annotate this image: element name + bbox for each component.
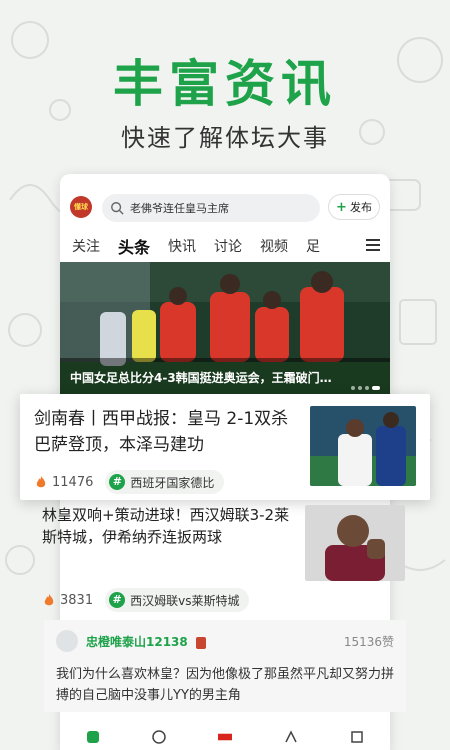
pager-dot-active	[372, 386, 380, 390]
video-nav-icon[interactable]	[152, 730, 166, 744]
featured-tag-label: 西班牙国家德比	[130, 475, 215, 490]
china-flag-nav-icon[interactable]	[218, 730, 232, 744]
plus-icon: +	[336, 199, 347, 215]
comment-text: 我们为什么喜欢林皇？因为他像极了那虽然平凡却又努力拼搏的自己脑中没事儿YY的男主…	[56, 667, 395, 703]
banner-pager	[351, 386, 380, 390]
commenter-name[interactable]: 忠橙唯泰山12138	[86, 633, 206, 650]
home-nav-icon[interactable]	[86, 730, 100, 744]
tab-news-flash[interactable]: 快讯	[168, 236, 196, 256]
hero-title: 丰富资讯	[113, 55, 337, 113]
post-button[interactable]: + 发布	[328, 194, 380, 220]
tab-discussion[interactable]: 讨论	[214, 236, 242, 256]
pager-dot	[365, 386, 369, 390]
menu-icon[interactable]	[366, 238, 380, 252]
featured-topic-tag[interactable]: # 西班牙国家德比	[105, 470, 225, 494]
article-hot-count: 3831	[42, 593, 93, 608]
article-title: 林皇双响+策动进球！西汉姆联3-2莱斯特城，伊希纳乔连扳两球	[42, 506, 290, 546]
tab-football[interactable]: 足	[306, 236, 320, 256]
featured-article-title: 剑南春丨西甲战报：皇马 2-1双杀巴萨登顶，本泽马建功	[34, 409, 289, 455]
team-badge-icon	[195, 636, 206, 649]
article-topic-tag[interactable]: # 西汉姆联vs莱斯特城	[105, 588, 250, 612]
hot-comment[interactable]: 忠橙唯泰山12138 15136赞 我们为什么喜欢林皇？因为他像极了那虽然平凡却…	[44, 620, 406, 712]
flame-icon	[36, 476, 46, 488]
hero-subtitle: 快速了解体坛大事	[121, 124, 329, 152]
search-icon	[111, 202, 124, 215]
user-avatar[interactable]: 懂球	[70, 196, 92, 218]
featured-count-value: 11476	[52, 474, 94, 490]
post-button-label: 发布	[349, 201, 372, 214]
pager-dot	[351, 386, 355, 390]
top-bar: 懂球 老佛爷连任皇马主席 + 发布	[70, 194, 380, 222]
commenter-avatar	[56, 630, 78, 652]
featured-hot-count: 11476	[34, 475, 93, 490]
headline-banner[interactable]: 中国女足总比分4-3韩国挺进奥运会，王霜破门…	[60, 262, 390, 394]
hashtag-icon: #	[109, 592, 126, 608]
article-tag-label: 西汉姆联vs莱斯特城	[130, 593, 240, 608]
featured-article-thumbnail	[310, 406, 416, 486]
tab-follow[interactable]: 关注	[72, 236, 100, 256]
category-tabs: 关注 头条 快讯 讨论 视频 足	[72, 234, 380, 258]
featured-article-card[interactable]: 剑南春丨西甲战报：皇马 2-1双杀巴萨登顶，本泽马建功 11476 # 西班牙国…	[20, 394, 430, 500]
bottom-nav	[60, 730, 390, 750]
commenter-name-text: 忠橙唯泰山12138	[86, 635, 188, 649]
flame-icon	[44, 594, 54, 606]
banner-caption: 中国女足总比分4-3韩国挺进奥运会，王霜破门…	[70, 371, 332, 385]
hashtag-icon: #	[109, 474, 126, 490]
profile-nav-icon[interactable]	[350, 730, 364, 744]
data-nav-icon[interactable]	[284, 730, 298, 744]
search-bar[interactable]: 老佛爷连任皇马主席	[102, 194, 320, 222]
tab-video[interactable]: 视频	[260, 236, 288, 256]
pager-dot	[358, 386, 362, 390]
tab-headlines[interactable]: 头条	[118, 234, 150, 258]
article-count-value: 3831	[60, 592, 94, 608]
search-placeholder: 老佛爷连任皇马主席	[130, 202, 229, 215]
comment-likes[interactable]: 15136赞	[344, 633, 394, 650]
article-thumbnail	[305, 505, 405, 581]
